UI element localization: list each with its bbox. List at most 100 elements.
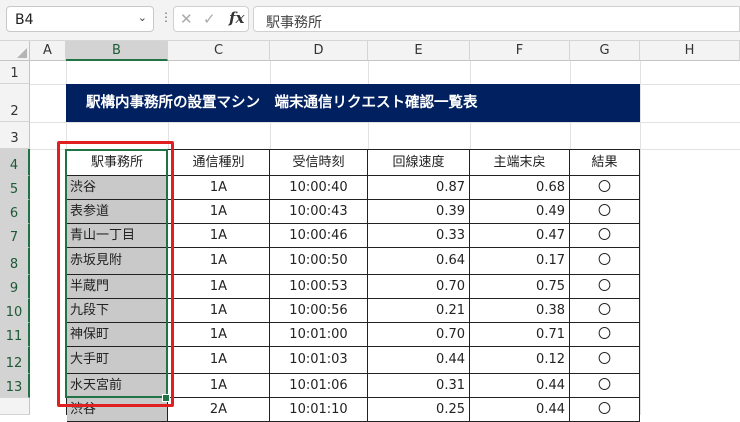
- row-number: 5: [9, 182, 19, 197]
- cell-result[interactable]: 〇: [570, 275, 640, 299]
- row-number: 8: [9, 257, 19, 272]
- cell-time[interactable]: 10:01:00: [270, 323, 368, 347]
- column-header-b[interactable]: B: [66, 41, 168, 61]
- cell-time[interactable]: 10:00:50: [270, 248, 368, 275]
- cell-type[interactable]: 1A: [168, 275, 270, 299]
- column-header-c[interactable]: C: [168, 41, 270, 61]
- cell-time[interactable]: 10:00:43: [270, 200, 368, 224]
- check-icon[interactable]: ✓: [203, 10, 216, 28]
- row-header-13[interactable]: 13: [0, 374, 30, 398]
- cell-result[interactable]: 〇: [570, 200, 640, 224]
- cell-terminal[interactable]: 0.47: [470, 224, 570, 248]
- formula-bar: B4 ⌄ ⋮ ✕ ✓ fx 駅事務所: [0, 0, 740, 41]
- column-header-e[interactable]: E: [368, 41, 470, 61]
- cell-terminal[interactable]: 0.71: [470, 323, 570, 347]
- cell-terminal[interactable]: 0.68: [470, 176, 570, 200]
- row-header-6[interactable]: 6: [0, 200, 30, 224]
- cell-speed[interactable]: 0.87: [368, 176, 470, 200]
- cell-result[interactable]: 〇: [570, 347, 640, 374]
- cell-type[interactable]: 2A: [168, 398, 270, 422]
- cell-result[interactable]: 〇: [570, 299, 640, 323]
- row-header-2[interactable]: 2: [0, 84, 30, 122]
- row-number: 9: [9, 281, 19, 296]
- cell-speed[interactable]: 0.31: [368, 374, 470, 398]
- select-all-triangle-icon: [17, 48, 27, 58]
- column-header-g[interactable]: G: [570, 41, 640, 61]
- column-header-f[interactable]: F: [470, 41, 570, 61]
- cell-result[interactable]: 〇: [570, 248, 640, 275]
- cell-speed[interactable]: 0.33: [368, 224, 470, 248]
- row-header-8[interactable]: 8: [0, 248, 30, 275]
- highlight-box: [57, 141, 174, 407]
- name-box[interactable]: B4 ⌄: [6, 6, 154, 32]
- cell-terminal[interactable]: 0.12: [470, 347, 570, 374]
- row-header-9[interactable]: 9: [0, 275, 30, 299]
- cell-time[interactable]: 10:01:06: [270, 374, 368, 398]
- cell-speed[interactable]: 0.70: [368, 275, 470, 299]
- cell-speed[interactable]: 0.21: [368, 299, 470, 323]
- row-header-10[interactable]: 10: [0, 299, 30, 323]
- row-header-1[interactable]: 1: [0, 61, 30, 84]
- cell-result[interactable]: 〇: [570, 224, 640, 248]
- select-all-button[interactable]: [0, 41, 30, 61]
- x-icon[interactable]: ✕: [180, 10, 193, 28]
- row-header-3[interactable]: 3: [0, 122, 30, 149]
- cell-terminal[interactable]: 0.75: [470, 275, 570, 299]
- header-speed[interactable]: 回線速度: [368, 150, 470, 176]
- column-header-h[interactable]: H: [640, 41, 740, 61]
- column-header-d[interactable]: D: [270, 41, 368, 61]
- cell-speed[interactable]: 0.44: [368, 347, 470, 374]
- more-options-icon[interactable]: ⋮: [160, 10, 172, 24]
- cell-type[interactable]: 1A: [168, 176, 270, 200]
- row-number: 1: [10, 66, 19, 81]
- cell-speed[interactable]: 0.39: [368, 200, 470, 224]
- row-header-12[interactable]: 12: [0, 347, 30, 374]
- column-header-a[interactable]: A: [30, 41, 66, 61]
- row-number: 10: [5, 305, 23, 320]
- gridline: [30, 122, 740, 123]
- cell-type[interactable]: 1A: [168, 347, 270, 374]
- chevron-down-icon[interactable]: ⌄: [138, 11, 147, 24]
- sheet-title[interactable]: 駅構内事務所の設置マシン 端末通信リクエスト確認一覧表: [66, 84, 640, 122]
- cell-speed[interactable]: 0.25: [368, 398, 470, 422]
- cell-result[interactable]: 〇: [570, 323, 640, 347]
- cell-type[interactable]: 1A: [168, 299, 270, 323]
- row-number: 3: [10, 131, 19, 146]
- cell-result[interactable]: 〇: [570, 176, 640, 200]
- row-header-11[interactable]: 11: [0, 323, 30, 347]
- cell-time[interactable]: 10:00:46: [270, 224, 368, 248]
- cell-type[interactable]: 1A: [168, 248, 270, 275]
- cell-terminal[interactable]: 0.44: [470, 374, 570, 398]
- row-header-14[interactable]: [0, 398, 30, 415]
- cell-speed[interactable]: 0.70: [368, 323, 470, 347]
- row-number: 4: [9, 158, 19, 173]
- cell-type[interactable]: 1A: [168, 323, 270, 347]
- header-result[interactable]: 結果: [570, 150, 640, 176]
- row-number: 13: [5, 380, 23, 395]
- formula-input[interactable]: 駅事務所: [253, 6, 740, 32]
- cell-time[interactable]: 10:00:40: [270, 176, 368, 200]
- cell-time[interactable]: 10:01:10: [270, 398, 368, 422]
- row-header-5[interactable]: 5: [0, 176, 30, 200]
- formula-actions: ✕ ✓ fx: [173, 6, 249, 32]
- cell-terminal[interactable]: 0.49: [470, 200, 570, 224]
- cell-result[interactable]: 〇: [570, 374, 640, 398]
- cell-terminal[interactable]: 0.17: [470, 248, 570, 275]
- row-header-4[interactable]: 4: [0, 149, 30, 176]
- cell-speed[interactable]: 0.64: [368, 248, 470, 275]
- cell-type[interactable]: 1A: [168, 374, 270, 398]
- header-terminal[interactable]: 主端末戻: [470, 150, 570, 176]
- cell-terminal[interactable]: 0.38: [470, 299, 570, 323]
- cell-time[interactable]: 10:00:56: [270, 299, 368, 323]
- row-header-7[interactable]: 7: [0, 224, 30, 248]
- cell-type[interactable]: 1A: [168, 200, 270, 224]
- cell-type[interactable]: 1A: [168, 224, 270, 248]
- insert-function-button[interactable]: fx: [229, 9, 244, 27]
- cell-time[interactable]: 10:01:03: [270, 347, 368, 374]
- cell-result[interactable]: 〇: [570, 398, 640, 422]
- gridline: [640, 61, 641, 415]
- header-time[interactable]: 受信時刻: [270, 150, 368, 176]
- header-type[interactable]: 通信種別: [168, 150, 270, 176]
- cell-time[interactable]: 10:00:53: [270, 275, 368, 299]
- cell-terminal[interactable]: 0.44: [470, 398, 570, 422]
